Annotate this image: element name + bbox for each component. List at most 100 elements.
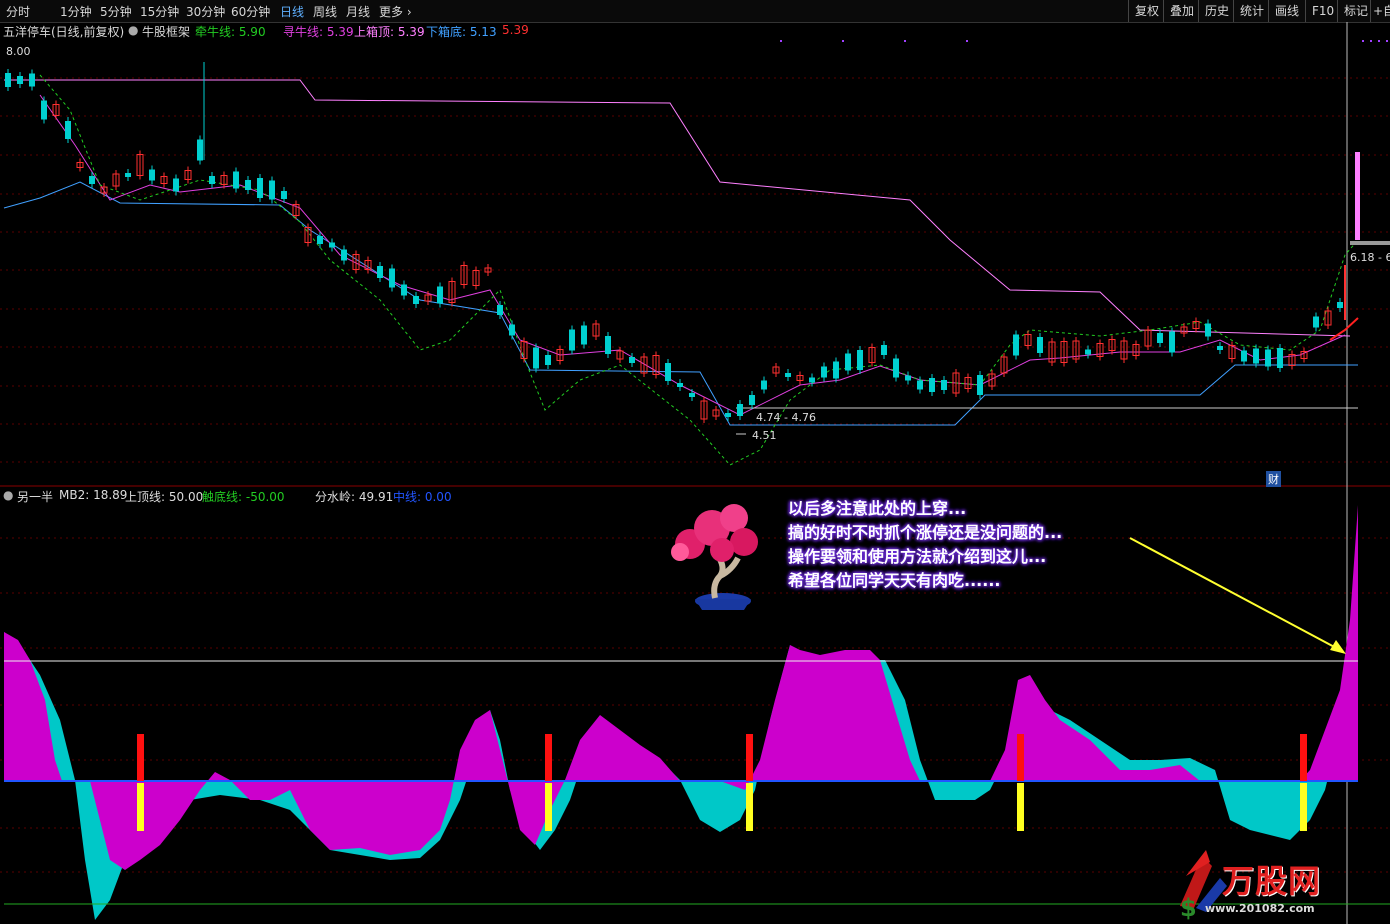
candle-body [725,413,731,417]
candle-body [89,176,95,184]
candle-body [125,173,131,177]
candle-body [533,347,539,369]
candle-body [845,353,851,371]
legend-xunniu: 寻牛线: 5.39 [283,25,354,39]
box-top-line [4,79,1351,337]
candle-body [149,169,155,181]
annotation-line: 希望各位同学天天有肉吃...... [788,571,1001,590]
pointer-arrow-line [1129,537,1341,651]
low-range-label: 4.74 - 4.76 [756,411,816,424]
candle-body [269,180,275,200]
legend-shangxiangding: 上箱顶: 5.39 [354,25,425,39]
marker-dot [1378,40,1380,42]
candle-body [209,176,215,184]
candle-body [977,375,983,395]
pointer-arrowhead [1330,640,1346,654]
candle-body [257,178,263,198]
watermark-brand: 万股网 [1222,862,1322,900]
legend-shangdingxian: 上顶线: 50.00 [125,490,204,504]
annotation-text: 以后多注意此处的上穿... 搞的好时不时抓个涨停还是没问题的... 操作要领和使… [788,497,1062,593]
signal-bar-yellow [545,783,552,831]
candle-body [629,357,635,363]
finance-marker[interactable]: 财 [1266,471,1281,487]
box-bottom-line [3,181,1358,426]
candle-body [677,383,683,387]
signal-bar-red [137,734,144,781]
candle-body [1253,348,1259,364]
candle-body [689,393,695,397]
candle-body [1337,302,1343,308]
legend-red-value: 5.39 [502,23,529,37]
xunniu-line [39,94,1346,416]
candle-body [809,377,815,383]
candle-body [1085,349,1091,355]
candle-body [377,266,383,278]
qianniu-line [39,74,1359,466]
candle-body [1217,346,1223,350]
candle-body [929,378,935,392]
candle-body [245,180,251,190]
candle-body [437,286,443,304]
candle-body [893,358,899,378]
candle-body [605,336,611,354]
candle-body [5,73,11,87]
legend-zhongxian: 中线: 0.00 [393,490,452,504]
current-bar [1355,152,1360,240]
candle-body [413,296,419,304]
watermark-url: www.201082.com [1205,902,1315,915]
high-price-label: 8.00 [6,45,31,58]
candle-body [545,355,551,365]
candle-body [749,395,755,405]
signal-bar-yellow [1300,783,1307,831]
red-end-line [1329,317,1359,341]
candle-body [665,363,671,381]
candle-body [785,373,791,377]
sub-indicator-settings-icon[interactable]: ● [3,488,13,502]
candle-body [833,361,839,379]
candle-body [389,268,395,288]
main-panel-header: 五洋停车(日线,前复权) ● 牛股框架 牵牛线: 5.90 寻牛线: 5.39 … [0,23,1390,39]
candle-body [1277,348,1283,368]
candle-body [1169,331,1175,353]
candle-body [941,380,947,390]
marker-dot [780,40,782,42]
candle-body [821,366,827,378]
marker-dot [904,40,906,42]
candle-body [29,73,35,87]
candle-body [917,380,923,390]
candle-body [329,242,335,248]
annotation-line: 操作要领和使用方法就介绍到这儿... [788,547,1047,566]
candle-body [905,375,911,381]
signal-bar-yellow [137,783,144,831]
candle-body [173,178,179,192]
candle-body [65,121,71,139]
candle-body [881,345,887,355]
current-marker [1350,241,1390,245]
signal-bar-yellow [1017,783,1024,831]
signal-bar-yellow [746,783,753,831]
marker-dot [1362,40,1364,42]
candle-body [497,305,503,315]
stock-title[interactable]: 五洋停车(日线,前复权) [3,23,124,40]
candle-body [233,171,239,189]
legend-mb2: MB2: 18.89 [59,488,128,502]
candle-body [341,249,347,261]
marker-dot [1370,40,1372,42]
candle-body [1157,333,1163,343]
candle-body [1037,337,1043,353]
marker-dot [842,40,844,42]
kline-chart[interactable] [0,0,1390,924]
indicator-settings-icon[interactable]: ● [128,23,138,37]
candle-body [41,100,47,120]
legend-fenshuiling: 分水岭: 49.91 [315,490,394,504]
signal-bar-red [545,734,552,781]
bonsai-tree-icon [671,504,758,610]
candle-body [857,350,863,370]
main-indicator-name[interactable]: 牛股框架 [142,23,190,40]
sub-indicator-name[interactable]: 另一半 [17,488,53,505]
marker-dot [1386,40,1388,42]
signal-bar-red [1300,734,1307,781]
svg-text:$: $ [1180,894,1197,920]
candle-body [1205,323,1211,337]
candle-body [737,404,743,416]
